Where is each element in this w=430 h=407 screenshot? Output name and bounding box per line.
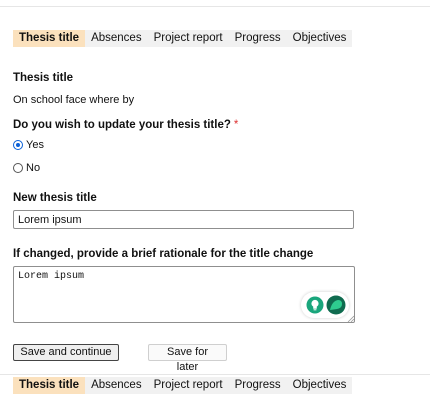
radio-no[interactable] — [13, 163, 23, 173]
tab-project-report[interactable]: Project report — [148, 30, 229, 47]
current-title-label: Thesis title — [13, 72, 74, 84]
update-question-label: Do you wish to update your thesis title?… — [13, 119, 238, 131]
tab-project-report[interactable]: Project report — [148, 377, 229, 394]
grammar-assistant-icon[interactable] — [326, 295, 346, 315]
tab-objectives[interactable]: Objectives — [287, 30, 353, 47]
writing-assistant-widget[interactable] — [301, 292, 349, 318]
new-title-input[interactable] — [13, 210, 354, 229]
rationale-textarea[interactable]: Lorem ipsum — [13, 266, 355, 323]
radio-option-yes[interactable]: Yes — [13, 139, 44, 151]
tab-absences[interactable]: Absences — [85, 377, 148, 394]
radio-yes-label: Yes — [26, 139, 44, 151]
tab-progress[interactable]: Progress — [229, 377, 287, 394]
update-question-text: Do you wish to update your thesis title? — [13, 119, 231, 131]
tab-progress[interactable]: Progress — [229, 30, 287, 47]
resize-grip-icon[interactable] — [347, 315, 354, 322]
current-title-value: On school face where by — [13, 94, 135, 106]
radio-option-no[interactable]: No — [13, 162, 40, 174]
bottom-divider — [0, 374, 430, 375]
rationale-label: If changed, provide a brief rationale fo… — [13, 248, 314, 260]
tab-thesis-title[interactable]: Thesis title — [13, 377, 86, 394]
top-divider — [0, 0, 430, 7]
save-and-continue-button[interactable]: Save and continue — [13, 344, 119, 361]
required-marker: * — [233, 119, 239, 131]
tab-bar-top: Thesis title Absences Project report Pro… — [13, 30, 353, 47]
tab-thesis-title[interactable]: Thesis title — [13, 30, 86, 47]
tab-bar-bottom: Thesis title Absences Project report Pro… — [13, 377, 353, 394]
tab-objectives[interactable]: Objectives — [287, 377, 353, 394]
radio-yes[interactable] — [13, 140, 23, 150]
save-for-later-button[interactable]: Save for later — [148, 344, 227, 373]
lightbulb-icon[interactable] — [306, 296, 324, 314]
radio-no-label: No — [26, 162, 41, 174]
new-title-label: New thesis title — [13, 192, 97, 204]
tab-absences[interactable]: Absences — [85, 30, 148, 47]
